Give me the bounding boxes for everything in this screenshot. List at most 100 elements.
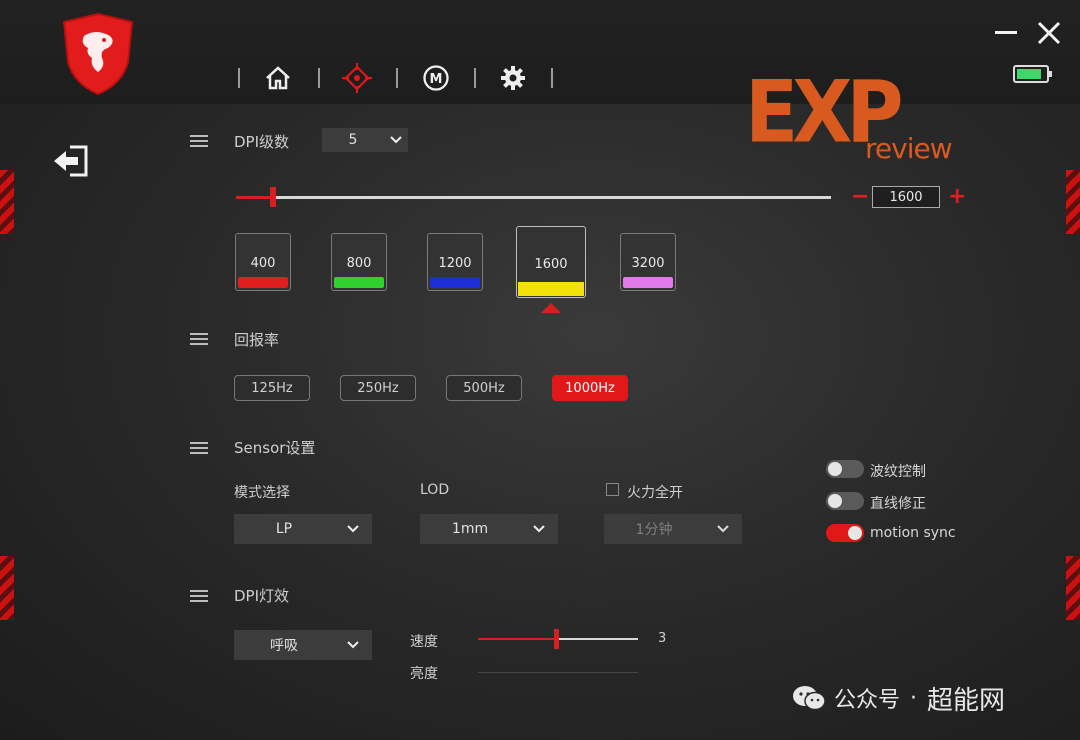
lod-value: 1mm (451, 521, 489, 537)
rate-option-1000[interactable]: 1000Hz (552, 375, 628, 401)
mode-value: LP (275, 521, 293, 537)
dpi-value-input[interactable]: 1600 (872, 186, 940, 208)
minimize-icon (995, 31, 1017, 34)
sensor-section-title: Sensor设置 (234, 439, 316, 457)
wechat-watermark: 公众号 · 超能网 (792, 680, 1005, 716)
left-stripe-decor (0, 170, 14, 234)
mode-select[interactable]: LP (234, 514, 372, 544)
rate-option-500[interactable]: 500Hz (446, 375, 522, 401)
gear-icon (501, 66, 525, 90)
chevron-down-icon (717, 525, 729, 533)
chevron-down-icon (347, 525, 359, 533)
exit-icon (54, 145, 88, 177)
light-effect-section-title: DPI灯效 (234, 587, 290, 605)
svg-text:M: M (430, 72, 443, 87)
angle-snap-toggle[interactable] (826, 492, 864, 510)
toggle-knob (828, 462, 842, 476)
exit-button[interactable] (52, 143, 92, 179)
dpi-section-title: DPI级数 (234, 133, 290, 151)
brightness-label: 亮度 (410, 666, 438, 682)
menu-lines-icon (190, 135, 208, 147)
nav-tab-macro[interactable]: M (420, 62, 452, 94)
brightness-slider-track[interactable] (478, 672, 638, 673)
right-stripe-decor (1066, 170, 1080, 234)
rate-option-125[interactable]: 125Hz (234, 375, 310, 401)
dpi-level-color-bar (238, 277, 288, 288)
dpi-level-value: 1600 (534, 257, 568, 272)
fire-duration-select[interactable]: 1分钟 (604, 514, 742, 544)
light-effect-select[interactable]: 呼吸 (234, 630, 372, 660)
dpi-level-value: 1200 (438, 256, 472, 271)
chevron-down-icon (390, 136, 402, 144)
speed-label: 速度 (410, 634, 438, 650)
toggle-knob (828, 494, 842, 508)
nav-tab-target[interactable] (341, 62, 373, 94)
chevron-down-icon (347, 641, 359, 649)
battery-icon (1013, 65, 1052, 83)
menu-lines-icon (190, 333, 208, 345)
ripple-control-label: 波纹控制 (870, 464, 926, 480)
nav-separator (551, 68, 553, 88)
lod-select[interactable]: 1mm (420, 514, 558, 544)
dpi-level-color-bar (623, 277, 673, 288)
dpi-level-color-bar (430, 277, 480, 288)
dpi-slider-fill (236, 196, 274, 199)
dpi-slider-thumb[interactable] (270, 187, 276, 207)
dpi-level-card[interactable]: 3200 (620, 233, 676, 291)
rate-option-250[interactable]: 250Hz (340, 375, 416, 401)
dpi-level-card-active[interactable]: 1600 (516, 226, 586, 298)
nav-separator (396, 68, 398, 88)
menu-lines-icon (190, 442, 208, 454)
report-rate-section-title: 回报率 (234, 331, 280, 349)
left-stripe-decor (0, 556, 14, 620)
dpi-level-card[interactable]: 1200 (427, 233, 483, 291)
msi-dragon-logo (62, 12, 134, 96)
dpi-level-card[interactable]: 800 (331, 233, 387, 291)
wechat-icon (793, 686, 826, 711)
motion-sync-label: motion sync (870, 525, 956, 541)
lod-label: LOD (420, 482, 450, 498)
right-stripe-decor (1066, 556, 1080, 620)
nav-separator (238, 68, 240, 88)
dpi-levels-value: 5 (348, 132, 358, 148)
mode-label: 模式选择 (234, 485, 290, 501)
dpi-increase-button[interactable]: + (948, 186, 966, 208)
ripple-control-toggle[interactable] (826, 460, 864, 478)
speed-slider-fill (478, 638, 558, 640)
speed-slider-thumb[interactable] (554, 629, 559, 649)
speed-value: 3 (658, 631, 667, 646)
motion-sync-toggle[interactable] (826, 524, 864, 542)
home-icon (266, 66, 290, 90)
fire-duration-value: 1分钟 (635, 522, 673, 538)
dpi-slider-track[interactable] (236, 196, 831, 199)
angle-snap-label: 直线修正 (870, 496, 926, 512)
nav-separator (318, 68, 320, 88)
dpi-decrease-button[interactable]: − (851, 186, 869, 208)
nav-separator (474, 68, 476, 88)
chevron-down-icon (533, 525, 545, 533)
nav-tab-settings[interactable] (497, 62, 529, 94)
nav-tab-home[interactable] (262, 62, 294, 94)
fire-all-label: 火力全开 (627, 485, 683, 501)
dpi-level-value: 800 (346, 256, 372, 271)
active-level-indicator-icon (541, 303, 561, 313)
dpi-level-card[interactable]: 400 (235, 233, 291, 291)
menu-lines-icon (190, 590, 208, 602)
minimize-button[interactable] (992, 18, 1022, 48)
dpi-levels-select[interactable]: 5 (322, 128, 408, 152)
dpi-level-value: 400 (250, 256, 276, 271)
watermark-text-1: 公众号 (834, 688, 901, 713)
watermark-dot: · (910, 685, 918, 711)
dpi-level-color-bar (518, 282, 584, 296)
exp-review-watermark: EXP review (745, 70, 955, 170)
dpi-level-color-bar (334, 277, 384, 288)
dpi-level-value: 3200 (631, 256, 665, 271)
light-effect-value: 呼吸 (270, 638, 298, 654)
fire-all-checkbox[interactable] (606, 483, 619, 496)
watermark-text-2: 超能网 (927, 685, 1006, 716)
close-button[interactable] (1034, 18, 1064, 48)
crosshair-icon (342, 63, 372, 93)
close-icon (1037, 21, 1061, 45)
brand-review-text: review (865, 132, 953, 165)
macro-m-icon: M (423, 65, 449, 91)
